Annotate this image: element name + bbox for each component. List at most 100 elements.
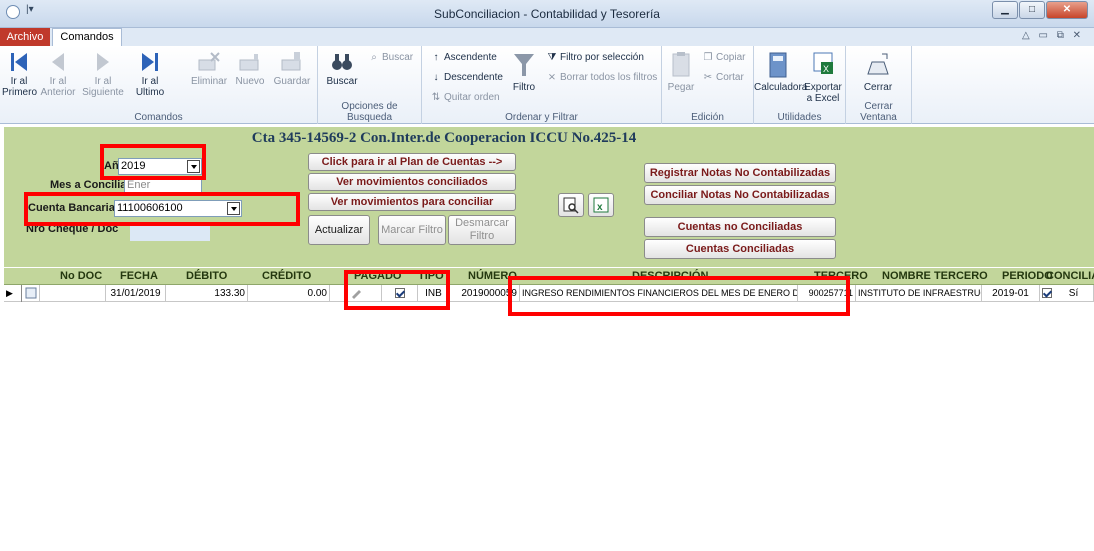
cuentas-conciliadas-button[interactable]: Cuentas Conciliadas — [644, 239, 836, 259]
cerrar-button[interactable]: Cerrar — [856, 50, 900, 93]
cell-conciliado[interactable]: Sí — [1040, 285, 1094, 302]
save-icon — [281, 52, 301, 71]
group-utilidades: Calculadora X Exportar a Excel Utilidade… — [754, 46, 846, 124]
title-bar: |▾ SubConciliacion - Contabilidad y Teso… — [0, 0, 1094, 28]
maximize-icon[interactable]: □ — [1019, 1, 1045, 19]
group-ordenar-filtrar: ↑ Ascendente ↓ Descendente ⇅ Quitar orden F… — [422, 46, 662, 124]
report-search-icon — [563, 197, 579, 214]
conciliado-checkbox[interactable] — [1042, 288, 1052, 299]
col-credito: CRÉDITO — [262, 270, 312, 282]
calculadora-button[interactable]: Calculadora — [754, 50, 807, 93]
tab-archivo[interactable]: Archivo — [0, 28, 50, 46]
cell-fecha[interactable]: 31/01/2019 — [106, 285, 166, 302]
exportar-excel-button[interactable]: X Exportar a Excel — [802, 50, 844, 104]
highlight-cuenta-bancaria — [24, 192, 300, 226]
group-label-comandos: Comandos — [134, 112, 183, 123]
selection-filter-icon: ⧩ — [547, 52, 557, 63]
plan-cuentas-button[interactable]: Click para ir al Plan de Cuentas --> — [308, 153, 516, 171]
ascendente-button[interactable]: ↑ Ascendente — [430, 52, 497, 63]
buscar-big-button[interactable]: Buscar — [324, 50, 360, 87]
clear-sort-icon: ⇅ — [431, 92, 441, 103]
conciliado-text: Sí — [1068, 288, 1079, 299]
sort-ascending-icon: ↑ — [433, 52, 439, 63]
conciliar-notas-button[interactable]: Conciliar Notas No Contabilizadas — [644, 185, 836, 205]
sort-descending-icon: ↓ — [433, 72, 439, 83]
registrar-notas-button[interactable]: Registrar Notas No Contabilizadas — [644, 163, 836, 183]
last-record-icon — [142, 53, 158, 71]
eliminar-button[interactable]: Eliminar — [188, 50, 230, 87]
highlight-anio — [100, 144, 206, 180]
minimize-icon[interactable]: ▁ — [992, 1, 1018, 19]
ir-al-ultimo-button[interactable]: Ir al Ultimo — [130, 50, 170, 98]
ribbon: Ir al Primero Ir al Anterior Ir al Sigui… — [0, 46, 1094, 124]
ribbon-window-controls[interactable]: △ ▭ ⧉ ✕ — [1022, 30, 1084, 41]
marcar-filtro-button[interactable]: Marcar Filtro — [378, 215, 446, 245]
col-nombre-tercero: NOMBRE TERCERO — [882, 270, 988, 282]
calculator-icon — [769, 52, 787, 78]
quitar-orden-button[interactable]: ⇅ Quitar orden — [430, 92, 500, 103]
ver-para-conciliar-button[interactable]: Ver movimientos para conciliar — [308, 193, 516, 211]
first-record-icon — [11, 53, 27, 71]
find-icon: ⌕ — [371, 52, 377, 63]
cell-periodo[interactable]: 2019-01 — [982, 285, 1040, 302]
window-title: SubConciliacion - Contabilidad y Tesorer… — [434, 7, 660, 21]
document-icon — [25, 287, 36, 299]
cell-no-doc[interactable] — [40, 285, 106, 302]
ir-al-primero-button[interactable]: Ir al Primero — [2, 50, 37, 98]
ver-conciliados-button[interactable]: Ver movimientos conciliados — [308, 173, 516, 191]
actualizar-button[interactable]: Actualizar — [308, 215, 370, 245]
close-icon[interactable]: ✕ — [1046, 1, 1088, 19]
cell-credito[interactable]: 0.00 — [248, 285, 330, 302]
guardar-button[interactable]: Guardar — [270, 50, 314, 87]
row-selector-icon[interactable]: ▶ — [4, 285, 22, 302]
cell-debito[interactable]: 133.30 — [166, 285, 248, 302]
cortar-button[interactable]: ✂ Cortar — [702, 72, 744, 83]
copy-icon: ❐ — [703, 52, 713, 63]
excel-icon: x — [593, 197, 609, 213]
next-record-icon — [97, 53, 109, 71]
close-window-icon — [867, 53, 889, 75]
cheque-input[interactable] — [130, 224, 210, 241]
copiar-button[interactable]: ❐ Copiar — [702, 52, 746, 63]
group-label-utilidades: Utilidades — [777, 112, 822, 123]
nuevo-button[interactable]: Nuevo — [232, 50, 268, 87]
pegar-button[interactable]: Pegar — [666, 50, 696, 93]
new-icon — [239, 54, 259, 71]
paste-icon — [672, 52, 690, 77]
group-label-cerrar: Cerrar Ventana — [860, 101, 897, 123]
buscar-small-button[interactable]: ⌕ Buscar — [368, 52, 413, 63]
tab-comandos[interactable]: Comandos — [52, 28, 122, 47]
ribbon-tab-row: Archivo Comandos △ ▭ ⧉ ✕ — [0, 28, 1094, 47]
filter-icon — [514, 54, 534, 76]
mes-label: Mes a Conciliar — [50, 179, 131, 191]
row-detail-icon[interactable] — [22, 285, 40, 302]
group-label-ordenar: Ordenar y Filtrar — [505, 112, 578, 123]
col-conciliado: CONCILIAD — [1046, 270, 1094, 282]
col-debito: DÉBITO — [186, 270, 228, 282]
delete-icon — [198, 52, 220, 71]
highlight-pagado-tipo — [344, 270, 450, 310]
report-preview-button[interactable] — [558, 193, 584, 217]
highlight-descripcion — [508, 276, 850, 316]
cell-nombre-tercero[interactable]: INSTITUTO DE INFRAESTRUCT — [856, 285, 982, 302]
previous-record-icon — [52, 53, 64, 71]
group-cerrar: Cerrar Cerrar Ventana — [846, 46, 912, 124]
excel-button[interactable]: x — [588, 193, 614, 217]
filtro-seleccion-button[interactable]: ⧩ Filtro por selección — [546, 52, 644, 63]
group-label-busqueda: Opciones de Busqueda — [341, 101, 398, 123]
ir-al-siguiente-button[interactable]: Ir al Siguiente — [80, 50, 126, 98]
filtro-button[interactable]: Filtro — [508, 50, 540, 93]
borrar-filtros-button[interactable]: ⨯ Borrar todos los filtros — [546, 72, 657, 83]
descendente-button[interactable]: ↓ Descendente — [430, 72, 503, 83]
excel-export-icon: X — [813, 52, 833, 74]
cuentas-no-conciliadas-button[interactable]: Cuentas no Conciliadas — [644, 217, 836, 237]
ir-al-anterior-button[interactable]: Ir al Anterior — [38, 50, 78, 98]
binoculars-icon — [332, 54, 352, 70]
group-busqueda: Buscar ⌕ Buscar Opciones de Busqueda — [318, 46, 422, 124]
desmarcar-filtro-button[interactable]: Desmarcar Filtro — [448, 215, 516, 245]
svg-text:X: X — [823, 64, 829, 74]
clear-filters-icon: ⨯ — [547, 72, 557, 83]
group-comandos: Ir al Primero Ir al Anterior Ir al Sigui… — [0, 46, 318, 124]
cut-icon: ✂ — [703, 72, 713, 83]
col-fecha: FECHA — [120, 270, 158, 282]
